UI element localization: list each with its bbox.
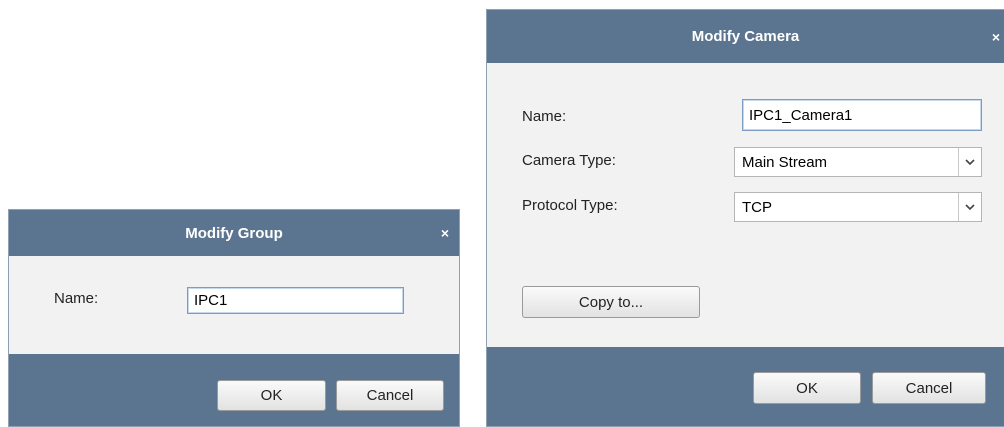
group-name-input[interactable] [187, 287, 404, 314]
chevron-down-icon[interactable] [958, 148, 981, 176]
modify-camera-footer: OK Cancel [487, 347, 1004, 426]
group-cancel-button[interactable]: Cancel [336, 380, 444, 411]
camera-type-select[interactable]: Main Stream [734, 147, 982, 177]
camera-ok-button[interactable]: OK [753, 372, 861, 404]
protocol-type-label: Protocol Type: [522, 197, 618, 214]
close-icon[interactable]: × [992, 29, 1000, 45]
modify-camera-dialog: Modify Camera × Name: Camera Type: Main … [486, 9, 1004, 427]
modify-group-dialog: Modify Group × Name: OK Cancel [8, 209, 460, 427]
camera-type-value: Main Stream [742, 153, 828, 171]
group-ok-button[interactable]: OK [217, 380, 326, 411]
modify-group-footer: OK Cancel [9, 354, 459, 426]
copy-to-button[interactable]: Copy to... [522, 286, 700, 318]
protocol-type-value: TCP [742, 198, 772, 216]
modify-group-title: Modify Group [185, 224, 283, 242]
camera-name-label: Name: [522, 108, 567, 125]
close-icon[interactable]: × [441, 225, 449, 241]
modify-group-titlebar: Modify Group × [9, 210, 459, 256]
chevron-down-icon[interactable] [958, 193, 981, 221]
modify-camera-titlebar: Modify Camera × [487, 10, 1004, 63]
protocol-type-select[interactable]: TCP [734, 192, 982, 222]
camera-name-input[interactable] [742, 99, 982, 131]
modify-camera-title: Modify Camera [691, 28, 800, 45]
camera-type-label: Camera Type: [522, 152, 616, 169]
group-name-label: Name: [54, 290, 99, 307]
camera-cancel-button[interactable]: Cancel [872, 372, 986, 404]
